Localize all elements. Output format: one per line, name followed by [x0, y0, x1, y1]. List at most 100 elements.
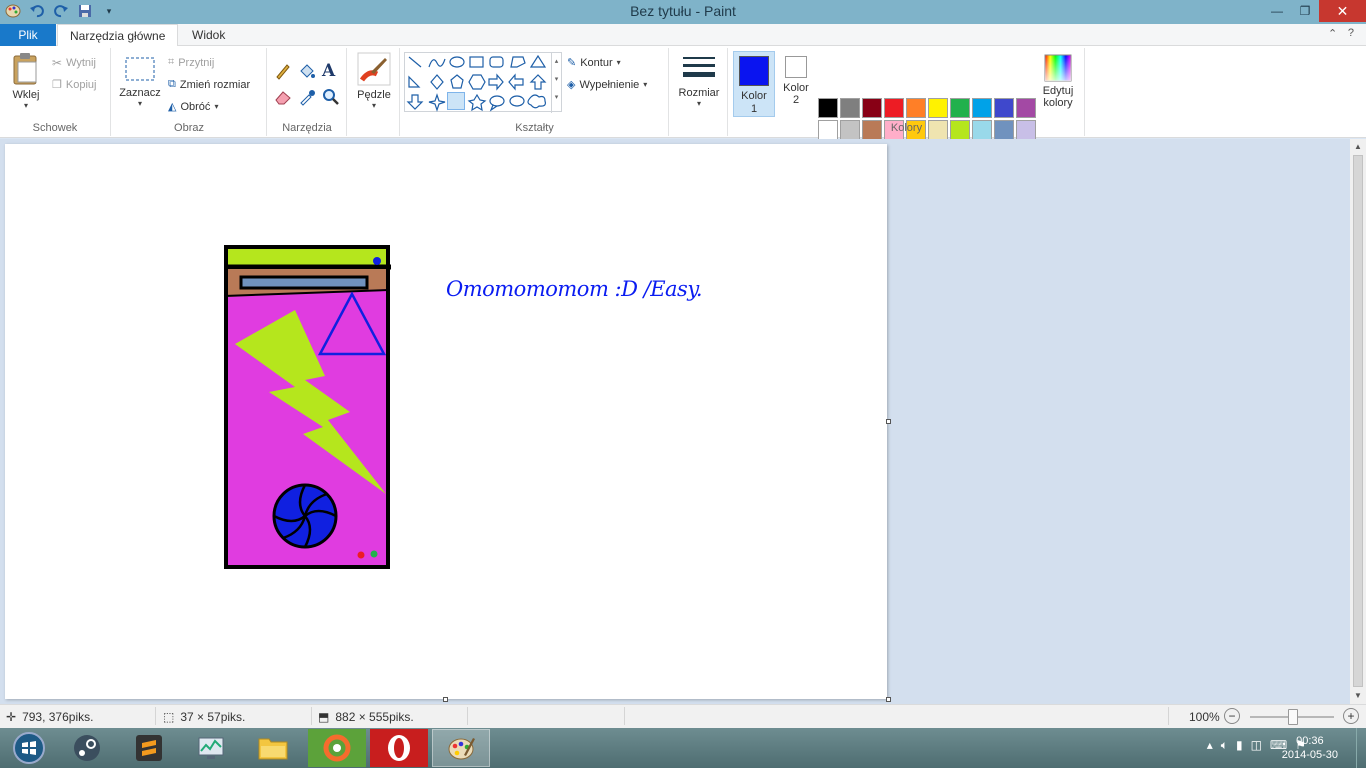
- scroll-down-icon[interactable]: ▼: [1350, 688, 1366, 704]
- crop-button[interactable]: ⌗ Przytnij: [168, 56, 214, 69]
- copy-label: Kopiuj: [65, 78, 97, 91]
- size-dropdown-icon: ▾: [696, 99, 701, 108]
- shapes-group-label: Kształty: [515, 122, 554, 134]
- clock[interactable]: 00:36 2014-05-30: [1282, 734, 1338, 762]
- brush-icon: [357, 52, 391, 86]
- image-group-label: Obraz: [174, 122, 204, 134]
- group-size: Rozmiar ▾: [670, 48, 728, 136]
- image-size: ⬒ 882 × 555piks.: [318, 710, 414, 724]
- minimize-ribbon-icon[interactable]: ⌃: [1328, 27, 1337, 40]
- eyedropper-icon: [300, 90, 315, 106]
- scroll-up-icon[interactable]: ▲: [1350, 139, 1366, 155]
- selection-size: ⬚ 37 × 57piks.: [163, 710, 245, 724]
- paint-palette-icon: [448, 738, 475, 760]
- battery-icon[interactable]: ▮: [1236, 738, 1243, 753]
- crosshair-icon: ✛: [6, 710, 17, 724]
- cut-label: Wytnij: [66, 57, 96, 69]
- resize-label: Zmień rozmiar: [179, 78, 251, 91]
- select-button[interactable]: Zaznacz ▾: [116, 56, 164, 108]
- maximize-icon[interactable]: ❐: [1291, 0, 1319, 22]
- text-a-icon: A: [322, 61, 336, 81]
- outline-dropdown-icon: ▾: [616, 58, 621, 67]
- crop-icon: ⌗: [168, 56, 175, 68]
- volume-icon[interactable]: 🔈︎: [1221, 738, 1228, 753]
- eraser-icon: [275, 91, 291, 105]
- color-picker-tool[interactable]: [298, 88, 316, 106]
- taskbar-app-sublime[interactable]: [120, 729, 178, 767]
- magnifier-tool[interactable]: [322, 88, 340, 106]
- title-bar: ▾ Bez tytułu - Paint — ❐ ✕: [0, 0, 1366, 24]
- resize-handle-bottom[interactable]: [443, 697, 448, 702]
- shapes-gallery-icons: [406, 54, 547, 112]
- minimize-icon[interactable]: —: [1263, 0, 1291, 22]
- close-icon[interactable]: ✕: [1319, 0, 1366, 22]
- tray-expand-icon[interactable]: ▴: [1207, 738, 1213, 753]
- paste-button[interactable]: Wklej ▾: [6, 52, 46, 110]
- scroll-thumb[interactable]: [1353, 155, 1363, 687]
- tab-view[interactable]: Widok: [180, 24, 237, 46]
- pencil-tool[interactable]: [274, 62, 292, 80]
- tools-group-label: Narzędzia: [282, 122, 332, 134]
- paste-dropdown-icon: ▾: [23, 101, 28, 110]
- taskbar-app-paint[interactable]: [432, 729, 490, 767]
- help-icon[interactable]: ?: [1348, 27, 1354, 40]
- vertical-scrollbar[interactable]: ▲ ▼: [1350, 139, 1366, 704]
- fill-label: Wypełnienie: [579, 78, 640, 91]
- folder-icon: [258, 738, 288, 760]
- clock-date: 2014-05-30: [1281, 749, 1338, 761]
- zoom-slider-thumb[interactable]: [1288, 709, 1298, 725]
- rotate-button[interactable]: ◭ Obróć ▾: [168, 100, 219, 114]
- crop-label: Przytnij: [178, 56, 215, 69]
- taskbar-app-opera[interactable]: [370, 729, 428, 767]
- selection-size-value: 37 × 57piks.: [180, 710, 246, 724]
- size-button[interactable]: Rozmiar ▾: [676, 54, 722, 108]
- cursor-position: ✛ 793, 376piks.: [6, 710, 93, 724]
- shapes-gallery: ▴ ▾ ▾: [404, 52, 562, 113]
- taskbar-app-monitor[interactable]: [182, 729, 240, 767]
- shape-star-selected[interactable]: [447, 92, 465, 110]
- resize-handle-right[interactable]: [886, 419, 891, 424]
- paste-icon: [13, 53, 37, 85]
- rotate-dropdown-icon: ▾: [214, 102, 219, 111]
- group-brushes: Pędzle ▾: [348, 48, 400, 136]
- drawing-canvas[interactable]: Omomomomom :D /Easy.: [5, 144, 887, 699]
- brushes-label: Pędzle: [357, 89, 391, 101]
- resize-handle-corner[interactable]: [886, 697, 891, 702]
- zoom-out-icon[interactable]: −: [1224, 708, 1240, 724]
- select-dropdown-icon: ▾: [137, 99, 142, 108]
- brushes-button[interactable]: Pędzle ▾: [354, 52, 394, 110]
- show-desktop-button[interactable]: [1356, 728, 1366, 768]
- select-label: Zaznacz: [119, 87, 161, 99]
- rotate-label: Obróć: [180, 100, 211, 113]
- zoom-in-icon[interactable]: +: [1343, 708, 1359, 724]
- rotate-icon: ◭: [168, 101, 177, 113]
- eraser-tool[interactable]: [274, 88, 292, 106]
- workspace: Omomomomom :D /Easy.: [0, 139, 1350, 704]
- taskbar-app-steam[interactable]: [58, 729, 116, 767]
- opera-icon: [388, 735, 410, 761]
- cut-button[interactable]: ✂ Wytnij: [52, 56, 96, 70]
- start-button[interactable]: [0, 729, 58, 767]
- text-tool[interactable]: A: [322, 61, 335, 81]
- taskbar-app-origin[interactable]: [308, 729, 366, 767]
- network-icon[interactable]: ◫: [1251, 738, 1262, 753]
- magnifier-icon: [323, 89, 339, 105]
- start-orb-icon: [13, 732, 45, 764]
- outline-button[interactable]: ✎ Kontur ▾: [567, 56, 621, 70]
- tab-file[interactable]: Plik: [0, 24, 56, 46]
- copy-button[interactable]: ❐ Kopiuj: [52, 78, 97, 92]
- taskbar: ▴ 🔈︎ ▮ ◫ ⌨︎ ⚑ 00:36 2014-05-30: [0, 728, 1366, 768]
- group-tools: A Narzędzia: [268, 48, 347, 136]
- shapes-scroll[interactable]: ▴ ▾ ▾: [551, 53, 561, 113]
- size-label: Rozmiar: [678, 87, 720, 99]
- paste-label: Wklej: [12, 89, 40, 101]
- fill-button[interactable]: ◈ Wypełnienie ▾: [567, 78, 647, 92]
- fill-tool[interactable]: [298, 62, 316, 80]
- taskbar-app-explorer[interactable]: [244, 729, 302, 767]
- fill-bucket-icon: ◈: [567, 79, 576, 91]
- steam-icon: [74, 735, 100, 761]
- resize-button[interactable]: ⧉ Zmień rozmiar: [168, 78, 250, 91]
- group-image: Zaznacz ▾ ⌗ Przytnij ⧉ Zmień rozmiar ◭ O…: [112, 48, 267, 136]
- tab-home[interactable]: Narzędzia główne: [57, 24, 179, 47]
- resize-icon: ⧉: [168, 78, 176, 90]
